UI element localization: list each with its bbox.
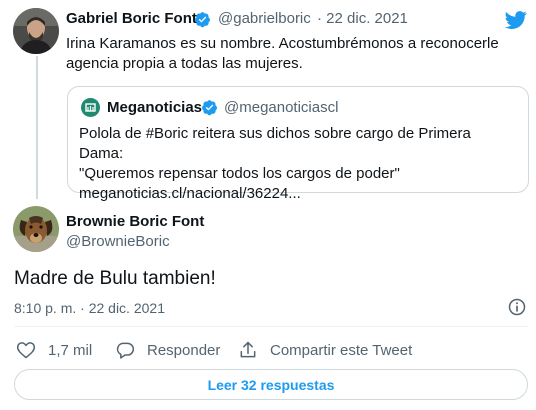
thread-connector-line (36, 56, 38, 199)
read-replies-button[interactable]: Leer 32 respuestas (14, 369, 528, 400)
quoted-tweet-text-line: Polola de #Boric reitera sus dichos sobr… (79, 125, 471, 162)
quoted-tweet-text-line: "Queremos repensar todos los cargos de p… (79, 165, 400, 182)
embedded-tweet-card: Gabriel Boric Font @gabrielboric · 22 di… (0, 0, 536, 410)
quoted-tweet-link[interactable]: meganoticias.cl/nacional/36224... (79, 184, 519, 204)
main-tweet-text: Madre de Bulu tambien! (14, 268, 216, 289)
quoted-author-name: Meganoticias (107, 99, 203, 116)
parent-tweet-date[interactable]: · 22 dic. 2021 (317, 10, 408, 27)
share-label: Compartir este Tweet (270, 341, 413, 359)
share-button[interactable]: Compartir este Tweet (238, 339, 412, 361)
verified-badge-icon (202, 100, 218, 116)
quoted-author-handle: @meganoticiascl (224, 99, 339, 116)
like-button[interactable]: 1,7 mil (16, 339, 92, 361)
parent-author-handle[interactable]: @gabrielboric (218, 10, 311, 27)
brownie-boric-avatar[interactable] (13, 206, 59, 252)
parent-tweet-text-line: Irina Karamanos es su nombre. Acostumbré… (66, 35, 499, 52)
divider (14, 326, 528, 327)
heart-icon (16, 342, 36, 359)
meganoticias-avatar (81, 98, 100, 117)
main-author-name[interactable]: Brownie Boric Font (66, 213, 204, 230)
like-count: 1,7 mil (48, 341, 93, 359)
quoted-tweet-text: Polola de #Boric reitera sus dichos sobr… (79, 124, 519, 204)
share-icon (240, 341, 256, 358)
parent-tweet-text-line: agencia propia a todas las mujeres. (66, 55, 303, 72)
reply-button[interactable]: Responder (115, 339, 220, 361)
parent-author-name[interactable]: Gabriel Boric Font (66, 10, 197, 27)
reply-label: Responder (147, 341, 221, 359)
info-icon[interactable] (507, 297, 527, 317)
reply-icon (116, 342, 135, 359)
parent-tweet-text: Irina Karamanos es su nombre. Acostumbré… (66, 34, 516, 74)
quoted-tweet-card[interactable]: Meganoticias @meganoticiascl Polola de #… (67, 86, 529, 202)
gabriel-boric-avatar[interactable] (13, 8, 59, 54)
twitter-logo-icon[interactable] (504, 9, 528, 31)
verified-badge-icon (195, 12, 211, 28)
main-tweet-timestamp[interactable]: 8:10 p. m. · 22 dic. 2021 (14, 300, 165, 316)
main-author-handle[interactable]: @BrownieBoric (66, 233, 170, 250)
